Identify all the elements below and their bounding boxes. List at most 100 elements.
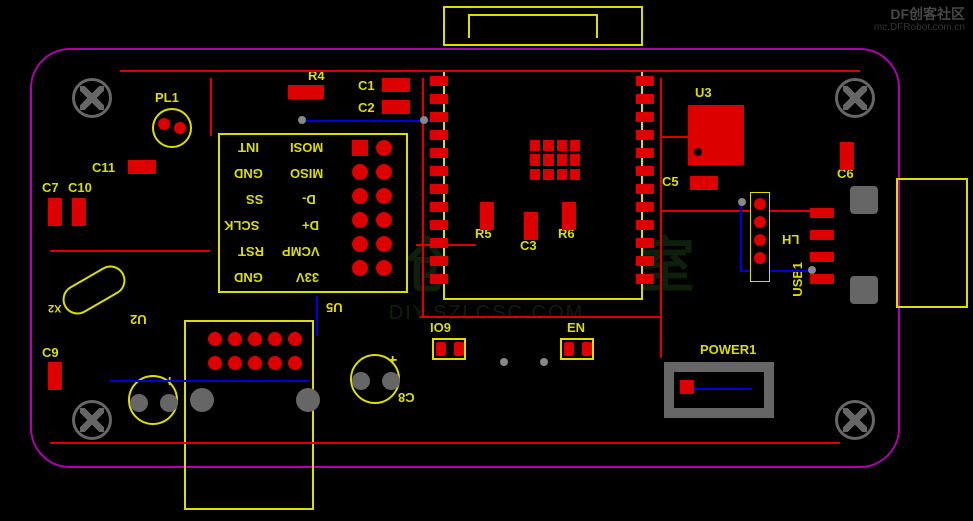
usb-bottom-outline	[184, 320, 314, 510]
io9-pad	[436, 342, 446, 356]
usb-mount-hole	[296, 388, 320, 412]
c2-body	[382, 100, 410, 114]
trace-blue	[300, 120, 430, 122]
trace	[660, 210, 810, 212]
ref-u3: U3	[695, 85, 712, 100]
c3-body	[524, 212, 538, 240]
u3-header-pad	[754, 216, 766, 228]
u3-header-pad	[754, 234, 766, 246]
usb1-shield	[850, 186, 878, 214]
cap-pad	[382, 372, 400, 390]
trace	[660, 136, 690, 138]
c1-body	[382, 78, 410, 92]
ref-c1: C1	[358, 78, 375, 93]
trace	[660, 78, 662, 358]
ref-c3: C3	[520, 238, 537, 253]
usb-mount-hole	[190, 388, 214, 412]
ref-x2: X2	[48, 302, 61, 314]
watermark-brand: DF创客社区	[890, 4, 965, 24]
r4-body	[288, 85, 324, 99]
u1-pins-left	[430, 76, 448, 284]
u1-body	[443, 70, 643, 300]
pin-label: SCLK	[224, 218, 259, 233]
pin-label: D-	[302, 192, 316, 207]
ref-c11: C11	[92, 160, 115, 175]
mounting-hole	[835, 78, 875, 118]
usb1-outline	[896, 178, 968, 308]
pin-label: MISO	[290, 166, 323, 181]
trace	[416, 244, 476, 246]
u1-pins-right	[636, 76, 654, 284]
trace	[50, 442, 840, 444]
pin-label: 33V	[296, 270, 319, 285]
trace	[422, 78, 424, 318]
trace	[50, 250, 210, 252]
usb-bottom-pads	[208, 332, 302, 346]
en-pad	[582, 342, 592, 356]
c10-body	[72, 198, 86, 226]
pin-label: SS	[246, 192, 263, 207]
via	[420, 116, 428, 124]
via	[540, 358, 548, 366]
pin-label: MOSI	[290, 140, 323, 155]
pl1-pad	[174, 122, 186, 134]
u3-header-pad	[754, 252, 766, 264]
r5-body	[480, 202, 494, 230]
watermark-green-sub: DIY.SZLCSC.COM	[389, 302, 584, 325]
ref-en: EN	[567, 320, 585, 335]
ref-c7: C7	[42, 180, 59, 195]
cap-pad	[352, 372, 370, 390]
io9-pad	[454, 342, 464, 356]
ref-pl1: PL1	[155, 90, 179, 105]
via	[500, 358, 508, 366]
trace	[420, 316, 660, 318]
c11-body	[128, 160, 156, 174]
u1-ground-pad	[530, 140, 580, 180]
pin-label: VCMP	[282, 244, 320, 259]
c7-body	[48, 198, 62, 226]
mounting-hole	[72, 400, 112, 440]
c5-body	[690, 176, 718, 190]
via	[808, 266, 816, 274]
pin-label: GND	[234, 270, 263, 285]
u3-dot	[694, 148, 702, 156]
usb-bottom-pads2	[208, 356, 302, 370]
power1-pad	[680, 380, 694, 394]
pin-label: D+	[302, 218, 319, 233]
ref-io9: IO9	[430, 320, 451, 335]
mounting-hole	[835, 400, 875, 440]
trace	[120, 70, 860, 72]
ref-c8: C8	[398, 390, 415, 405]
en-pad	[564, 342, 574, 356]
header-pads	[352, 140, 392, 276]
c9-body	[48, 362, 62, 390]
pin-label: INT	[238, 140, 259, 155]
ref-u1: U1	[559, 0, 576, 3]
ref-lh: LH	[782, 232, 799, 247]
u3-body	[688, 105, 744, 165]
via	[298, 116, 306, 124]
trace	[210, 78, 212, 136]
via	[738, 198, 746, 206]
cap-pad	[160, 394, 178, 412]
pl1-pad	[158, 118, 170, 130]
pin-label: RST	[238, 244, 264, 259]
pl1-outline	[152, 108, 192, 148]
ref-u5: U5	[326, 300, 343, 315]
r6-body	[562, 202, 576, 230]
c6-body	[840, 142, 854, 170]
pin-label: GND	[234, 166, 263, 181]
usb1-shield	[850, 276, 878, 304]
ref-c9: C9	[42, 345, 59, 360]
cap-pad	[130, 394, 148, 412]
ref-power1: POWER1	[700, 342, 756, 357]
cap-plus-icon: +	[388, 352, 397, 370]
ref-c2: C2	[358, 100, 375, 115]
ref-c5: C5	[662, 174, 679, 189]
mounting-hole	[72, 78, 112, 118]
ref-c10: C10	[68, 180, 92, 195]
u3-header-pad	[754, 198, 766, 210]
trace-blue	[316, 296, 318, 336]
ref-u2: U2	[130, 312, 147, 327]
trace-blue	[110, 380, 310, 382]
